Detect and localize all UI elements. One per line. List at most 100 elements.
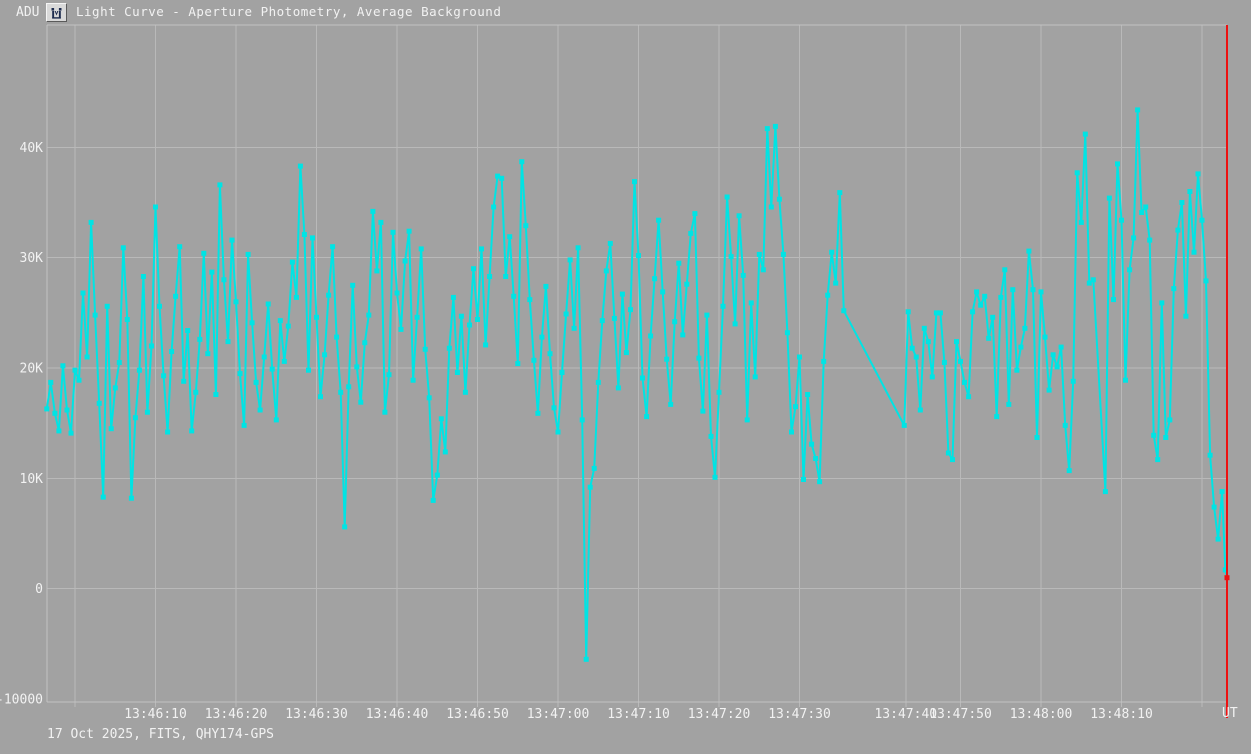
data-point-marker xyxy=(1031,287,1036,292)
data-point-marker xyxy=(169,349,174,354)
data-point-marker xyxy=(1018,345,1023,350)
data-point-marker xyxy=(632,179,637,184)
data-point-marker xyxy=(612,316,617,321)
data-point-marker xyxy=(688,231,693,236)
data-point-marker xyxy=(399,327,404,332)
data-point-marker xyxy=(511,294,516,299)
data-point-marker xyxy=(958,359,963,364)
data-point-marker xyxy=(467,323,472,328)
data-point-marker xyxy=(101,495,106,500)
data-point-marker xyxy=(841,308,846,313)
data-point-marker xyxy=(600,318,605,323)
data-point-marker xyxy=(459,314,464,319)
data-point-marker xyxy=(1216,537,1221,542)
data-point-marker xyxy=(1035,435,1040,440)
data-point-marker xyxy=(821,359,826,364)
data-point-marker xyxy=(652,276,657,281)
data-point-marker xyxy=(970,309,975,314)
data-point-marker xyxy=(431,498,436,503)
data-point-marker xyxy=(1075,170,1080,175)
data-point-marker xyxy=(266,302,271,307)
data-point-marker xyxy=(374,268,379,273)
data-point-marker xyxy=(165,430,170,435)
data-point-marker xyxy=(745,417,750,422)
data-point-marker xyxy=(451,295,456,300)
data-point-marker xyxy=(1167,417,1172,422)
data-point-marker xyxy=(676,261,681,266)
data-point-marker xyxy=(616,385,621,390)
data-point-marker xyxy=(1063,423,1068,428)
data-point-marker xyxy=(278,318,283,323)
data-point-marker xyxy=(725,195,730,200)
data-point-marker xyxy=(769,205,774,210)
data-point-marker xyxy=(672,319,677,324)
data-point-marker xyxy=(572,326,577,331)
data-point-marker xyxy=(628,307,633,312)
data-point-marker xyxy=(918,408,923,413)
data-point-marker xyxy=(1192,250,1197,255)
data-point-marker xyxy=(777,197,782,202)
data-point-marker xyxy=(902,423,907,428)
x-tick-label: 13:46:20 xyxy=(205,707,268,722)
data-point-marker xyxy=(1135,107,1140,112)
data-point-marker xyxy=(1026,249,1031,254)
x-tick-label: 13:48:00 xyxy=(1010,707,1073,722)
data-point-marker xyxy=(986,336,991,341)
data-point-marker xyxy=(624,350,629,355)
data-point-marker xyxy=(568,257,573,262)
data-point-marker xyxy=(753,374,758,379)
data-point-marker xyxy=(354,364,359,369)
data-point-marker xyxy=(81,291,86,296)
data-point-marker xyxy=(1143,205,1148,210)
data-point-marker xyxy=(145,410,150,415)
data-point-marker xyxy=(238,371,243,376)
data-point-marker xyxy=(387,372,392,377)
data-point-marker xyxy=(805,392,810,397)
data-point-marker xyxy=(1220,489,1225,494)
x-tick-label: 13:46:10 xyxy=(124,707,187,722)
light-curve-window: 13:46:1013:46:2013:46:3013:46:4013:46:50… xyxy=(0,0,1251,754)
data-point-marker xyxy=(922,326,927,331)
data-point-marker xyxy=(535,411,540,416)
data-point-marker xyxy=(378,220,383,225)
data-point-marker xyxy=(721,304,726,309)
data-point-marker xyxy=(1212,505,1217,510)
data-point-marker xyxy=(942,360,947,365)
data-point-marker xyxy=(173,294,178,299)
data-point-marker xyxy=(177,244,182,249)
data-point-marker xyxy=(1123,378,1128,383)
data-point-marker xyxy=(789,430,794,435)
data-point-marker xyxy=(660,289,665,294)
data-point-marker xyxy=(121,245,126,250)
data-point-marker xyxy=(435,473,440,478)
data-point-marker xyxy=(1127,267,1132,272)
data-point-marker xyxy=(258,408,263,413)
data-point-marker xyxy=(149,344,154,349)
data-point-marker xyxy=(334,335,339,340)
data-point-marker xyxy=(93,313,98,318)
data-point-marker xyxy=(411,378,416,383)
data-point-marker xyxy=(584,657,589,662)
data-point-marker xyxy=(286,324,291,329)
data-point-marker xyxy=(366,313,371,318)
data-point-marker xyxy=(1079,220,1084,225)
data-point-marker xyxy=(382,410,387,415)
data-point-marker xyxy=(403,259,408,264)
data-point-marker xyxy=(342,524,347,529)
data-point-marker xyxy=(817,479,822,484)
data-point-marker xyxy=(427,395,432,400)
data-point-marker xyxy=(837,190,842,195)
data-point-marker xyxy=(539,335,544,340)
data-point-marker xyxy=(487,274,492,279)
data-point-marker xyxy=(1200,218,1205,223)
data-point-marker xyxy=(391,230,396,235)
data-point-marker xyxy=(709,434,714,439)
data-point-marker xyxy=(527,297,532,302)
data-point-marker xyxy=(906,309,911,314)
app-icon-button[interactable] xyxy=(46,3,67,22)
data-point-marker xyxy=(270,367,275,372)
light-curve-chart[interactable]: 13:46:1013:46:2013:46:3013:46:4013:46:50… xyxy=(0,0,1251,754)
data-point-marker xyxy=(201,251,206,256)
data-point-marker xyxy=(950,457,955,462)
data-point-marker xyxy=(560,370,565,375)
